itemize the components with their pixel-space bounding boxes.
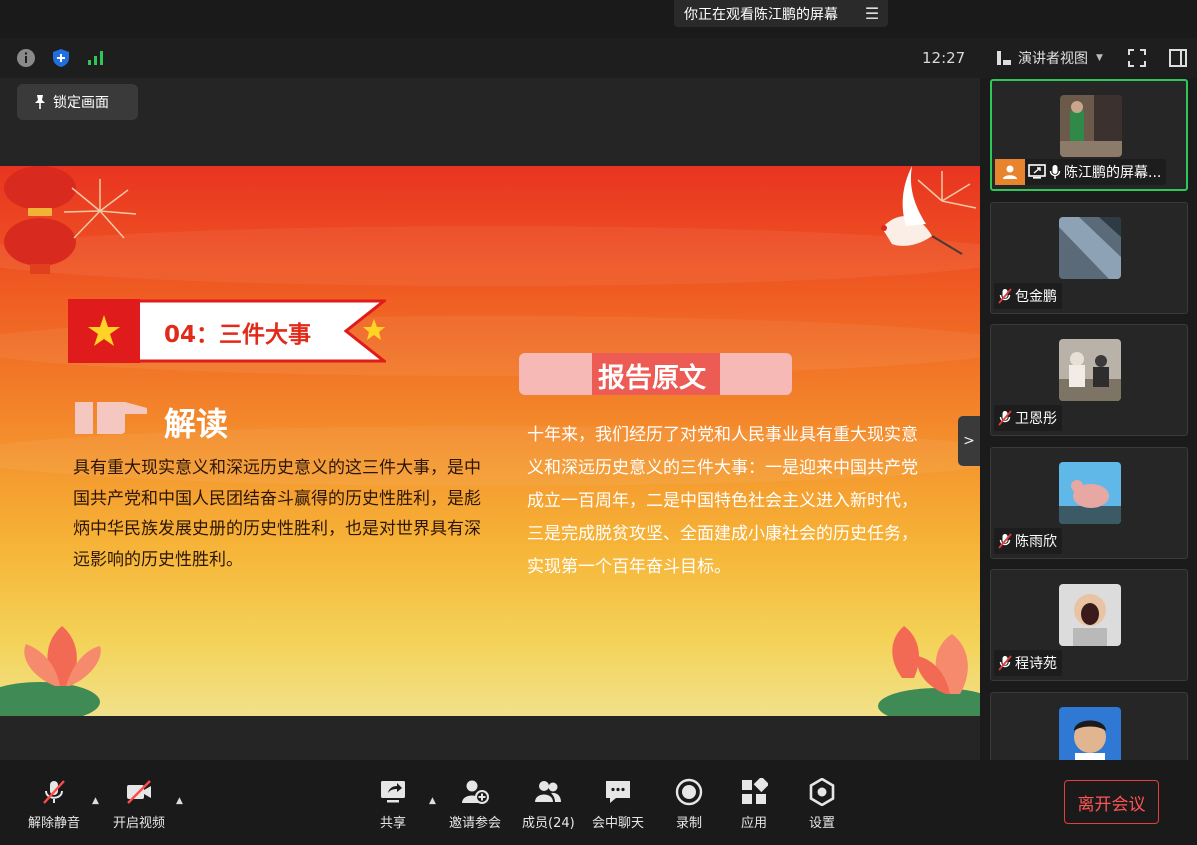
apps-label: 应用 — [740, 816, 767, 831]
participant-nameplate: 程诗苑 — [994, 650, 1062, 676]
screen-share-notice-text: 你正在观看陈江鹏的屏幕 — [684, 6, 838, 23]
record-label: 录制 — [675, 816, 702, 831]
crane-icon — [881, 166, 977, 255]
share-screen-icon — [381, 781, 405, 803]
participant-video-panel: 陈江鹏的屏幕... 包金鹏 卫恩彤 陈雨欣 程诗苑 — [980, 78, 1197, 760]
members-label: 成员(24) — [522, 816, 575, 831]
participant-nameplate: 陈雨欣 — [994, 528, 1062, 554]
participant-tile[interactable]: 陈江鹏的屏幕... — [990, 79, 1188, 191]
record-icon — [675, 778, 703, 806]
pin-icon — [35, 95, 45, 109]
apps-button[interactable]: 应用 — [740, 778, 768, 831]
settings-gear-icon — [809, 778, 835, 806]
sidebar-toggle-icon[interactable] — [1168, 48, 1188, 68]
participant-tile[interactable]: 包金鹏 — [990, 202, 1188, 314]
chat-icon — [606, 781, 630, 803]
video-options-caret-icon[interactable]: ▲ — [176, 796, 183, 806]
caret-down-icon: ▼ — [1096, 53, 1103, 63]
start-video-button[interactable]: 开启视频 — [113, 778, 165, 831]
firework-icon — [63, 179, 137, 239]
report-text: 十年来，我们经历了对党和人民事业具有重大现实意义和深远历史意义的三件大事：一是迎… — [527, 425, 918, 577]
chevron-right-icon: > — [963, 433, 975, 449]
menu-icon[interactable]: ☰ — [858, 0, 886, 27]
microphone-muted-icon — [998, 410, 1012, 426]
microphone-muted-icon — [998, 533, 1012, 549]
members-button[interactable]: 成员(24) — [522, 778, 575, 831]
avatar — [1060, 95, 1122, 157]
panel-collapse-button[interactable]: > — [958, 416, 980, 466]
avatar — [1059, 339, 1121, 401]
host-badge-icon — [995, 159, 1025, 185]
camera-off-icon — [127, 780, 151, 804]
section-title: 04：三件大事 — [164, 322, 312, 348]
leave-meeting-button[interactable]: 离开会议 — [1064, 780, 1159, 824]
chat-label: 会中聊天 — [592, 816, 645, 831]
slide-wave-band — [0, 226, 980, 286]
interpretation-text: 具有重大现实意义和深远历史意义的这三件大事，是中国共产党和中国人民团结奋斗赢得的… — [73, 458, 481, 570]
participant-name: 陈江鹏的屏幕... — [1064, 165, 1162, 181]
record-button[interactable]: 录制 — [675, 778, 703, 831]
info-icon[interactable] — [16, 48, 36, 68]
speaker-view-label: 演讲者视图 — [1018, 51, 1088, 67]
lock-screen-button[interactable]: 锁定画面 — [17, 84, 138, 120]
meeting-toolbar: 解除静音 ▲ 开启视频 ▲ 共享 ▲ 邀请参会 成员(24) 会中聊天 录制 应… — [0, 760, 1197, 845]
invite-label: 邀请参会 — [449, 816, 502, 831]
microphone-muted-icon — [998, 655, 1012, 671]
share-label: 共享 — [379, 816, 406, 831]
audio-options-caret-icon[interactable]: ▲ — [92, 796, 99, 806]
lotus-icon — [878, 626, 980, 716]
participant-tile[interactable] — [990, 692, 1188, 760]
participant-name: 程诗苑 — [1015, 656, 1057, 672]
participant-nameplate: 包金鹏 — [994, 283, 1062, 309]
microphone-muted-icon — [43, 780, 65, 804]
chat-button[interactable]: 会中聊天 — [592, 778, 644, 831]
meeting-status-bar: 12:27 演讲者视图 ▼ — [0, 38, 1197, 78]
speaker-view-menu[interactable]: 演讲者视图 ▼ — [996, 48, 1103, 68]
pointing-hand-icon — [75, 402, 147, 434]
add-user-icon — [462, 780, 489, 804]
microphone-icon — [1049, 165, 1061, 179]
signal-strength-icon[interactable] — [86, 48, 106, 68]
avatar — [1059, 584, 1121, 646]
participant-name: 陈雨欣 — [1015, 534, 1057, 550]
report-title: 报告原文 — [598, 363, 706, 394]
unmute-label: 解除静音 — [28, 816, 81, 831]
settings-label: 设置 — [808, 816, 835, 831]
lotus-icon — [0, 626, 101, 716]
participant-name: 包金鹏 — [1015, 289, 1057, 305]
screen-share-notice[interactable]: 你正在观看陈江鹏的屏幕 ☰ — [674, 0, 888, 27]
fullscreen-icon[interactable] — [1127, 48, 1147, 68]
settings-button[interactable]: 设置 — [808, 778, 836, 831]
interpretation-title: 解读 — [164, 405, 229, 443]
avatar — [1059, 707, 1121, 760]
participant-tile[interactable]: 陈雨欣 — [990, 447, 1188, 559]
lock-screen-label: 锁定画面 — [53, 95, 109, 111]
microphone-muted-icon — [998, 288, 1012, 304]
members-icon — [535, 781, 562, 802]
security-shield-icon[interactable] — [51, 48, 71, 68]
presentation-slide: 04：三件大事 解读 具有重大现实意义和深远历史意义的这三件大事，是中国共产党和… — [0, 166, 980, 716]
start-video-label: 开启视频 — [113, 816, 166, 831]
participant-tile[interactable]: 卫恩彤 — [990, 324, 1188, 436]
screen-share-notice-bar: 你正在观看陈江鹏的屏幕 ☰ — [0, 0, 1197, 38]
share-options-caret-icon[interactable]: ▲ — [429, 796, 436, 806]
unmute-button[interactable]: 解除静音 — [28, 778, 80, 831]
participant-tile[interactable]: 程诗苑 — [990, 569, 1188, 681]
avatar — [1059, 462, 1121, 524]
participant-name: 卫恩彤 — [1015, 411, 1057, 427]
avatar — [1059, 217, 1121, 279]
meeting-clock: 12:27 — [922, 49, 966, 67]
shared-screen-stage: 锁定画面 04：三件大事 解读 具有重大现实意义和深远历史意义的这三件大事，是中… — [0, 78, 980, 760]
participant-nameplate: 陈江鹏的屏幕... — [995, 159, 1167, 185]
participant-nameplate: 卫恩彤 — [994, 405, 1062, 431]
share-button[interactable]: 共享 — [379, 778, 407, 831]
screen-share-icon — [1028, 164, 1046, 179]
apps-icon — [742, 778, 768, 804]
layout-icon — [997, 51, 1011, 65]
invite-button[interactable]: 邀请参会 — [449, 778, 501, 831]
